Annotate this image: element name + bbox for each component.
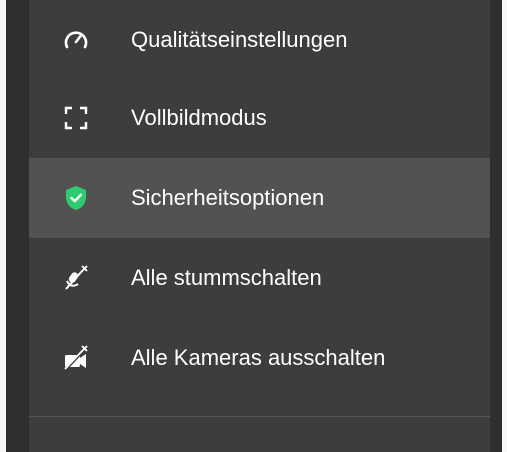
camera-off-icon bbox=[63, 345, 89, 371]
menu-item-quality-settings[interactable]: Qualitätseinstellungen bbox=[29, 0, 490, 80]
menu-right-edge bbox=[490, 0, 502, 452]
menu-item-label: Vollbildmodus bbox=[131, 105, 267, 130]
menu-item-label: Alle stummschalten bbox=[131, 265, 322, 290]
menu-item-label: Qualitätseinstellungen bbox=[131, 27, 348, 52]
menu-item-all-cameras-off[interactable]: Alle Kameras ausschalten bbox=[29, 318, 490, 398]
microphone-muted-icon bbox=[63, 265, 89, 291]
menu-left-edge bbox=[6, 0, 29, 452]
menu-item-label: Alle Kameras ausschalten bbox=[131, 345, 386, 370]
menu-item-mute-all[interactable]: Alle stummschalten bbox=[29, 238, 490, 318]
menu-item-fullscreen[interactable]: Vollbildmodus bbox=[29, 78, 490, 158]
gauge-icon bbox=[63, 27, 89, 53]
fullscreen-icon bbox=[63, 105, 89, 131]
menu-item-security-options[interactable]: Sicherheitsoptionen bbox=[29, 158, 490, 238]
menu-separator bbox=[29, 416, 490, 417]
shield-check-icon bbox=[63, 185, 89, 211]
menu-item-label: Sicherheitsoptionen bbox=[131, 185, 325, 210]
